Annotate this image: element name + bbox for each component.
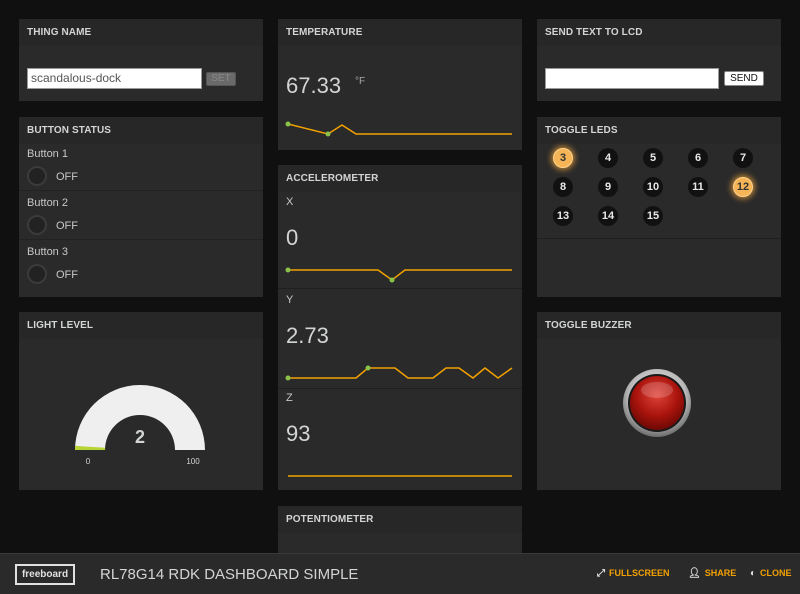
temperature-value: 67.33 [286, 73, 342, 98]
divider [278, 288, 522, 289]
gauge-value: 2 [135, 427, 145, 447]
axis-y-value: 2.73 [286, 323, 329, 348]
panel-send-text: SEND TEXT TO LCD SEND [537, 19, 781, 101]
temperature-sparkline [285, 121, 512, 137]
sparkline-line [288, 367, 513, 379]
panel-title: ACCELEROMETER [278, 165, 522, 192]
half-circle-icon: ◐ [750, 568, 757, 579]
divider [278, 388, 522, 389]
panel-title: LIGHT LEVEL [19, 312, 263, 339]
fullscreen-label: FULLSCREEN [609, 568, 670, 578]
led-toggle-9[interactable]: 9 [598, 177, 618, 197]
led-toggle-14[interactable]: 14 [598, 206, 618, 226]
axis-x-value: 0 [286, 225, 299, 250]
axis-z-value: 93 [286, 421, 311, 446]
buzzer-button[interactable] [621, 367, 693, 439]
axis-y-label: Y [286, 294, 294, 306]
sparkline-point [285, 375, 291, 381]
gauge-max: 100 [186, 457, 200, 466]
led-toggle-5[interactable]: 5 [643, 148, 663, 168]
set-button[interactable]: SET [206, 72, 236, 86]
clone-label: CLONE [760, 568, 792, 578]
sparkline-line [288, 269, 512, 281]
light-level-gauge: 2 0 100 [75, 385, 205, 466]
panel-toggle-buzzer: TOGGLE BUZZER [537, 312, 781, 490]
button-label: Button 1 [27, 148, 68, 160]
panel-accelerometer: ACCELEROMETER X 0 Y 2.73 Z 93 [278, 165, 522, 490]
led-toggle-3[interactable]: 3 [553, 148, 573, 168]
expand-arrows-icon: ⤢ [597, 568, 605, 579]
button-row-3: Button 3 OFF [19, 240, 263, 289]
sparkline-point [325, 131, 331, 137]
led-toggle-8[interactable]: 8 [553, 177, 573, 197]
led-toggle-4[interactable]: 4 [598, 148, 618, 168]
indicator-text: OFF [56, 220, 78, 232]
panel-title: TEMPERATURE [278, 19, 522, 46]
indicator-text: OFF [56, 171, 78, 183]
sparkline-line [287, 123, 512, 135]
button-label: Button 2 [27, 197, 68, 209]
axis-x-label: X [286, 196, 294, 208]
board-title[interactable]: RL78G14 RDK DASHBOARD SIMPLE [100, 566, 358, 583]
panel-title: TOGGLE LEDS [537, 117, 781, 144]
button-label: Button 3 [27, 246, 68, 258]
led-toggle-11[interactable]: 11 [688, 177, 708, 197]
panel-title: BUTTON STATUS [19, 117, 263, 144]
indicator-text: OFF [56, 269, 78, 281]
clone-button[interactable]: ◐ CLONE [750, 568, 792, 579]
gauge-min: 0 [86, 457, 91, 466]
panel-title: POTENTIOMETER [278, 506, 522, 533]
sparkline-point [365, 365, 371, 371]
panel-toggle-leds: TOGGLE LEDS 3 4 5 6 7 8 9 10 11 12 13 14 15 [537, 117, 781, 297]
fullscreen-button[interactable]: ⤢ FULLSCREEN [597, 568, 670, 579]
sparkline-point [389, 277, 395, 283]
board-toolbar: freeboard RL78G14 RDK DASHBOARD SIMPLE ⤢… [0, 553, 800, 594]
led-toggle-12[interactable]: 12 [733, 177, 753, 197]
freeboard-logo[interactable]: freeboard [15, 564, 75, 585]
user-icon: 👤︎ [688, 568, 701, 579]
send-button[interactable]: SEND [724, 71, 764, 86]
share-button[interactable]: 👤︎ SHARE [688, 568, 736, 579]
axis-z-sparkline [288, 475, 512, 477]
axis-y-sparkline [285, 365, 513, 381]
temperature-units: °F [355, 76, 366, 87]
lcd-text-input[interactable] [545, 68, 719, 89]
led-toggle-7[interactable]: 7 [733, 148, 753, 168]
button-row-1: Button 1 OFF [19, 142, 263, 191]
led-toggle-13[interactable]: 13 [553, 206, 573, 226]
axis-x-sparkline [285, 267, 512, 283]
sparkline-point [285, 121, 291, 127]
indicator-light [27, 166, 47, 186]
axis-z-label: Z [286, 392, 293, 404]
panel-button-status: BUTTON STATUS Button 1 OFF Button 2 OFF … [19, 117, 263, 297]
panel-title: TOGGLE BUZZER [537, 312, 781, 339]
indicator-light [27, 264, 47, 284]
divider [537, 238, 781, 239]
led-toggle-10[interactable]: 10 [643, 177, 663, 197]
buzzer-highlight [641, 382, 673, 398]
led-toggle-15[interactable]: 15 [643, 206, 663, 226]
panel-light-level: LIGHT LEVEL 2 0 100 [19, 312, 263, 490]
thing-name-input[interactable]: scandalous-dock [27, 68, 202, 89]
indicator-light [27, 215, 47, 235]
panel-title: THING NAME [19, 19, 263, 46]
sparkline-point [285, 267, 291, 273]
share-label: SHARE [704, 568, 737, 578]
button-row-2: Button 2 OFF [19, 191, 263, 240]
panel-thing-name: THING NAME scandalous-dock SET [19, 19, 263, 101]
panel-title: SEND TEXT TO LCD [537, 19, 781, 46]
led-toggle-6[interactable]: 6 [688, 148, 708, 168]
panel-temperature: TEMPERATURE 67.33 °F [278, 19, 522, 150]
